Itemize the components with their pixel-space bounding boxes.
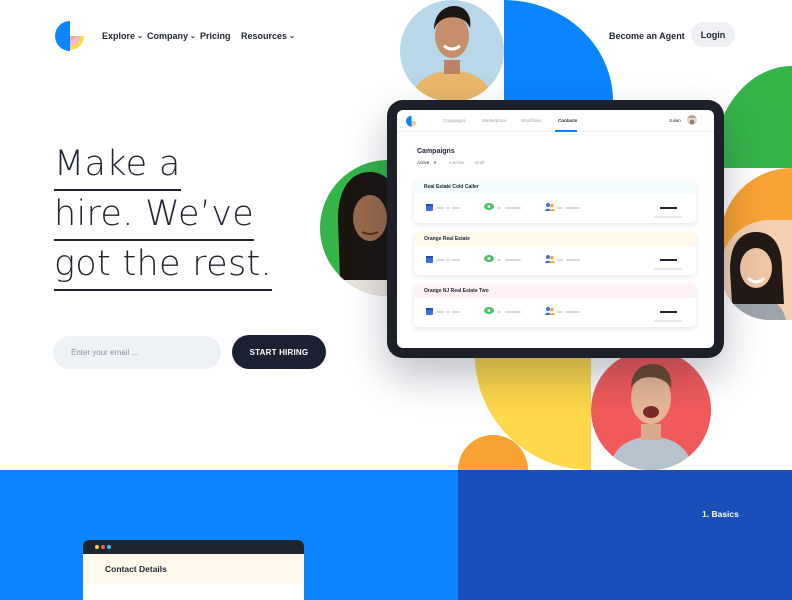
nav-pricing[interactable]: Pricing xyxy=(200,31,231,41)
blue-quarter-shape xyxy=(504,0,613,101)
window-dot-red xyxy=(101,545,105,549)
placeholder-line xyxy=(452,207,460,209)
calendar-icon xyxy=(426,308,433,315)
placeholder-line xyxy=(557,311,563,313)
placeholder-line-dark xyxy=(660,311,677,313)
people-icon xyxy=(545,255,555,263)
avatar-man-yellow-shirt xyxy=(400,0,504,102)
eye-icon xyxy=(484,307,494,314)
logo-icon[interactable] xyxy=(55,19,85,52)
hero-headline-line-3: got the rest. xyxy=(54,247,272,291)
dashboard-screen: Campaigns Marketplace Workflows Contacts… xyxy=(397,110,714,348)
placeholder-line xyxy=(566,259,580,261)
placeholder-line xyxy=(436,311,444,313)
green-semicircle-shape xyxy=(712,66,792,168)
campaign-card[interactable]: Orange Real Estate xyxy=(414,232,696,275)
nav-resources[interactable]: Resources ⌄ xyxy=(241,31,295,41)
chevron-down-icon: ⌄ xyxy=(190,33,196,40)
placeholder-line xyxy=(497,207,501,209)
placeholder-line xyxy=(654,216,682,218)
placeholder-line xyxy=(446,259,450,261)
logo-icon[interactable] xyxy=(406,115,417,127)
tab-campaigns[interactable]: Campaigns xyxy=(443,118,466,123)
placeholder-line-dark xyxy=(660,259,677,261)
start-hiring-button[interactable]: START HIRING xyxy=(232,335,326,369)
nav-company[interactable]: Company ⌄ xyxy=(147,31,196,41)
campaign-card[interactable]: Orange NJ Real Estate Two xyxy=(414,284,696,327)
placeholder-line xyxy=(452,259,460,261)
nav-explore-label: Explore xyxy=(102,31,136,41)
window-dot-yellow xyxy=(95,545,99,549)
campaign-card[interactable]: Real Estate Cold Caller xyxy=(414,180,696,223)
hero-headline-line-1: Make a xyxy=(54,147,181,191)
tab-marketplace[interactable]: Marketplace xyxy=(482,118,507,123)
placeholder-line xyxy=(566,311,580,313)
avatar-man-red-bg xyxy=(591,350,711,470)
filter-active-label: Active xyxy=(417,160,430,165)
contact-details-title: Contact Details xyxy=(105,564,167,574)
user-name: Julian xyxy=(669,118,681,123)
contact-details-window: Contact Details xyxy=(83,540,304,600)
email-input[interactable] xyxy=(53,336,221,369)
filter-active[interactable]: Active X xyxy=(417,160,437,165)
user-avatar[interactable] xyxy=(687,115,697,125)
tab-workflows[interactable]: Workflows xyxy=(521,118,542,123)
campaigns-title: Campaigns xyxy=(417,148,455,155)
eye-icon xyxy=(484,203,494,210)
nav-pricing-label: Pricing xyxy=(200,31,231,41)
nav-resources-label: Resources xyxy=(241,31,288,41)
placeholder-line xyxy=(505,259,521,261)
placeholder-line xyxy=(654,320,682,322)
people-icon xyxy=(545,203,555,211)
nav-explore[interactable]: Explore ⌄ xyxy=(102,31,143,41)
placeholder-line xyxy=(497,259,501,261)
chevron-down-icon: ⌄ xyxy=(137,33,143,40)
people-icon xyxy=(545,307,555,315)
eye-icon xyxy=(484,255,494,262)
login-button[interactable]: Login xyxy=(691,22,735,47)
placeholder-line xyxy=(505,207,521,209)
placeholder-line xyxy=(436,207,444,209)
placeholder-line xyxy=(452,311,460,313)
dashboard-topbar: Campaigns Marketplace Workflows Contacts… xyxy=(397,110,714,132)
filter-inactive[interactable]: Inactive xyxy=(449,160,465,165)
chevron-down-icon: ⌄ xyxy=(289,33,295,40)
window-titlebar xyxy=(83,540,304,554)
placeholder-line xyxy=(566,207,580,209)
placeholder-line xyxy=(446,207,450,209)
tab-contacts[interactable]: Contacts xyxy=(558,118,577,123)
placeholder-line xyxy=(446,311,450,313)
placeholder-line xyxy=(557,259,563,261)
tablet-mockup: Campaigns Marketplace Workflows Contacts… xyxy=(387,100,724,358)
placeholder-line xyxy=(654,268,682,270)
placeholder-line xyxy=(436,259,444,261)
campaign-name: Orange Real Estate xyxy=(424,236,470,242)
campaign-name: Real Estate Cold Caller xyxy=(424,184,479,190)
placeholder-line xyxy=(497,311,501,313)
step-basics-label: 1. Basics xyxy=(702,509,739,519)
nav-company-label: Company xyxy=(147,31,189,41)
window-dot-cyan xyxy=(107,545,111,549)
hero-headline-line-2: hire. We’ve xyxy=(54,197,255,241)
bottom-band-navy xyxy=(458,470,792,600)
placeholder-line-dark xyxy=(660,207,677,209)
campaign-name: Orange NJ Real Estate Two xyxy=(424,288,489,294)
filter-active-count: X xyxy=(433,160,437,165)
filter-draft[interactable]: Draft xyxy=(475,160,485,165)
placeholder-line xyxy=(557,207,563,209)
calendar-icon xyxy=(426,256,433,263)
orange-semicircle-shape xyxy=(458,435,528,470)
calendar-icon xyxy=(426,204,433,211)
placeholder-line xyxy=(505,311,521,313)
active-tab-indicator xyxy=(555,130,577,132)
become-agent-link[interactable]: Become an Agent xyxy=(609,31,685,41)
